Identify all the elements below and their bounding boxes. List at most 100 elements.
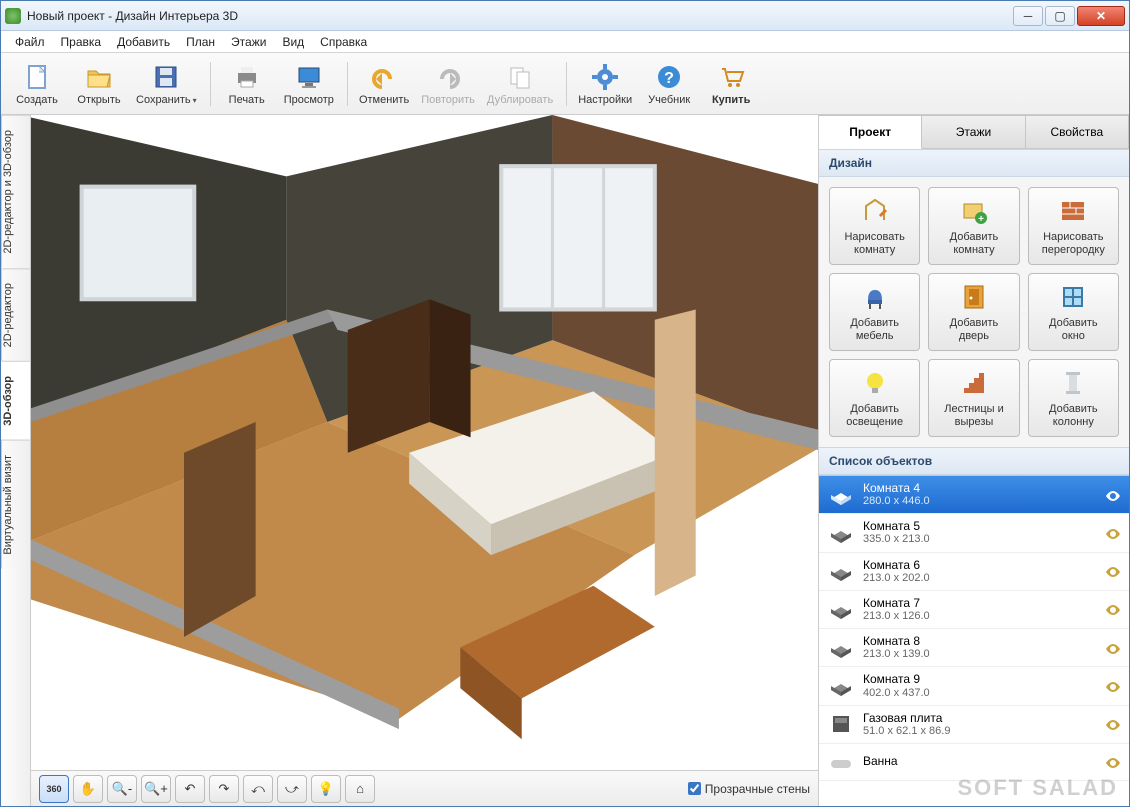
gear-icon xyxy=(589,61,621,93)
cart-icon xyxy=(715,61,747,93)
design-chair-button[interactable]: Добавитьмебель xyxy=(829,273,920,351)
bulb-icon xyxy=(859,367,891,399)
dup-icon xyxy=(504,61,536,93)
svg-text:+: + xyxy=(978,214,984,225)
orbit-l-button[interactable]: ⤺ xyxy=(243,775,273,803)
undo-button[interactable]: Отменить xyxy=(354,56,414,112)
print-button[interactable]: Печать xyxy=(217,56,277,112)
vtab-2D-редактор и 3D-обзор[interactable]: 2D-редактор и 3D-обзор xyxy=(1,115,30,268)
room-icon xyxy=(827,521,855,545)
visibility-icon[interactable] xyxy=(1105,718,1121,730)
tab-Этажи[interactable]: Этажи xyxy=(922,115,1025,148)
menu-Правка[interactable]: Правка xyxy=(53,33,110,51)
design-bulb-button[interactable]: Добавитьосвещение xyxy=(829,359,920,437)
tab-Проект[interactable]: Проект xyxy=(819,115,922,149)
design-header: Дизайн xyxy=(819,149,1129,177)
objects-header: Список объектов xyxy=(819,447,1129,475)
room-icon xyxy=(827,674,855,698)
object-item[interactable]: Комната 6213.0 x 202.0 xyxy=(819,553,1129,591)
design-draw-room-button[interactable]: Нарисоватькомнату xyxy=(829,187,920,265)
zoom-out-button[interactable]: 🔍- xyxy=(107,775,137,803)
folder-icon xyxy=(83,61,115,93)
pan-button[interactable]: ✋ xyxy=(73,775,103,803)
menu-Вид[interactable]: Вид xyxy=(274,33,312,51)
settings-button[interactable]: Настройки xyxy=(573,56,637,112)
rot-cw-button[interactable]: ↷ xyxy=(209,775,239,803)
vtab-3D-обзор[interactable]: 3D-обзор xyxy=(1,361,30,440)
design-column-button[interactable]: Добавитьколонну xyxy=(1028,359,1119,437)
chair-icon xyxy=(859,281,891,313)
visibility-icon[interactable] xyxy=(1105,527,1121,539)
stairs-icon xyxy=(958,367,990,399)
menu-Файл[interactable]: Файл xyxy=(7,33,53,51)
object-list[interactable]: Комната 4280.0 x 446.0 Комната 5335.0 x … xyxy=(819,476,1129,806)
visibility-icon[interactable] xyxy=(1105,756,1121,768)
vtab-2D-редактор[interactable]: 2D-редактор xyxy=(1,268,30,361)
window-title: Новый проект - Дизайн Интерьера 3D xyxy=(27,9,1011,23)
transparent-walls-checkbox[interactable]: Прозрачные стены xyxy=(688,782,810,796)
printer-icon xyxy=(231,61,263,93)
help-icon: ? xyxy=(653,61,685,93)
undo-icon xyxy=(368,61,400,93)
save-button[interactable]: Сохранить▾ xyxy=(131,56,202,112)
light-button[interactable]: 💡 xyxy=(311,775,341,803)
minimize-button[interactable]: ─ xyxy=(1013,6,1043,26)
zoom-in-button[interactable]: 🔍+ xyxy=(141,775,171,803)
app-icon xyxy=(5,8,21,24)
room-icon xyxy=(827,483,855,507)
3d-viewport[interactable] xyxy=(31,115,818,770)
preview-button[interactable]: Просмотр xyxy=(279,56,339,112)
object-item[interactable]: Комната 7213.0 x 126.0 xyxy=(819,591,1129,629)
add-room-icon: + xyxy=(958,195,990,227)
object-item[interactable]: Комната 5335.0 x 213.0 xyxy=(819,514,1129,552)
stove-icon xyxy=(827,712,855,736)
dup-button: Дублировать xyxy=(482,56,558,112)
scene xyxy=(31,115,818,770)
close-button[interactable]: ✕ xyxy=(1077,6,1125,26)
tab-Свойства[interactable]: Свойства xyxy=(1026,115,1129,148)
menu-Справка[interactable]: Справка xyxy=(312,33,375,51)
room-icon xyxy=(827,636,855,660)
visibility-icon[interactable] xyxy=(1105,680,1121,692)
visibility-icon[interactable] xyxy=(1105,603,1121,615)
file-icon xyxy=(21,61,53,93)
design-wall-button[interactable]: Нарисоватьперегородку xyxy=(1028,187,1119,265)
menu-Этажи[interactable]: Этажи xyxy=(223,33,274,51)
menu-Добавить[interactable]: Добавить xyxy=(109,33,178,51)
tutorial-button[interactable]: ?Учебник xyxy=(639,56,699,112)
right-tabs: ПроектЭтажиСвойства xyxy=(819,115,1129,149)
buy-button[interactable]: Купить xyxy=(701,56,761,112)
room-icon xyxy=(827,597,855,621)
vtab-Виртуальный визит[interactable]: Виртуальный визит xyxy=(1,440,30,569)
right-panel: ПроектЭтажиСвойства Дизайн Нарисоватьком… xyxy=(819,115,1129,806)
monitor-icon xyxy=(293,61,325,93)
draw-room-icon xyxy=(859,195,891,227)
open-button[interactable]: Открыть xyxy=(69,56,129,112)
maximize-button[interactable]: ▢ xyxy=(1045,6,1075,26)
home-button[interactable]: ⌂ xyxy=(345,775,375,803)
redo-button: Повторить xyxy=(416,56,480,112)
svg-text:?: ? xyxy=(664,70,674,87)
object-item[interactable]: Комната 9402.0 x 437.0 xyxy=(819,667,1129,705)
design-stairs-button[interactable]: Лестницы ивырезы xyxy=(928,359,1019,437)
door-icon xyxy=(958,281,990,313)
create-button[interactable]: Создать xyxy=(7,56,67,112)
object-item[interactable]: Ванна xyxy=(819,744,1129,781)
menu-План[interactable]: План xyxy=(178,33,223,51)
bath-icon xyxy=(827,750,855,774)
360-button[interactable]: 360 xyxy=(39,775,69,803)
orbit-r-button[interactable]: ⤻ xyxy=(277,775,307,803)
object-item[interactable]: Комната 4280.0 x 446.0 xyxy=(819,476,1129,514)
design-add-room-button[interactable]: +Добавитькомнату xyxy=(928,187,1019,265)
object-item[interactable]: Газовая плита51.0 x 62.1 x 86.9 xyxy=(819,706,1129,744)
room-icon xyxy=(827,559,855,583)
design-door-button[interactable]: Добавитьдверь xyxy=(928,273,1019,351)
visibility-icon[interactable] xyxy=(1105,565,1121,577)
design-window-button[interactable]: Добавитьокно xyxy=(1028,273,1119,351)
column-icon xyxy=(1057,367,1089,399)
visibility-icon[interactable] xyxy=(1105,489,1121,501)
rot-ccw-button[interactable]: ↶ xyxy=(175,775,205,803)
view-toolbar: 360✋🔍-🔍+↶↷⤺⤻💡⌂ Прозрачные стены xyxy=(31,770,818,806)
object-item[interactable]: Комната 8213.0 x 139.0 xyxy=(819,629,1129,667)
visibility-icon[interactable] xyxy=(1105,642,1121,654)
